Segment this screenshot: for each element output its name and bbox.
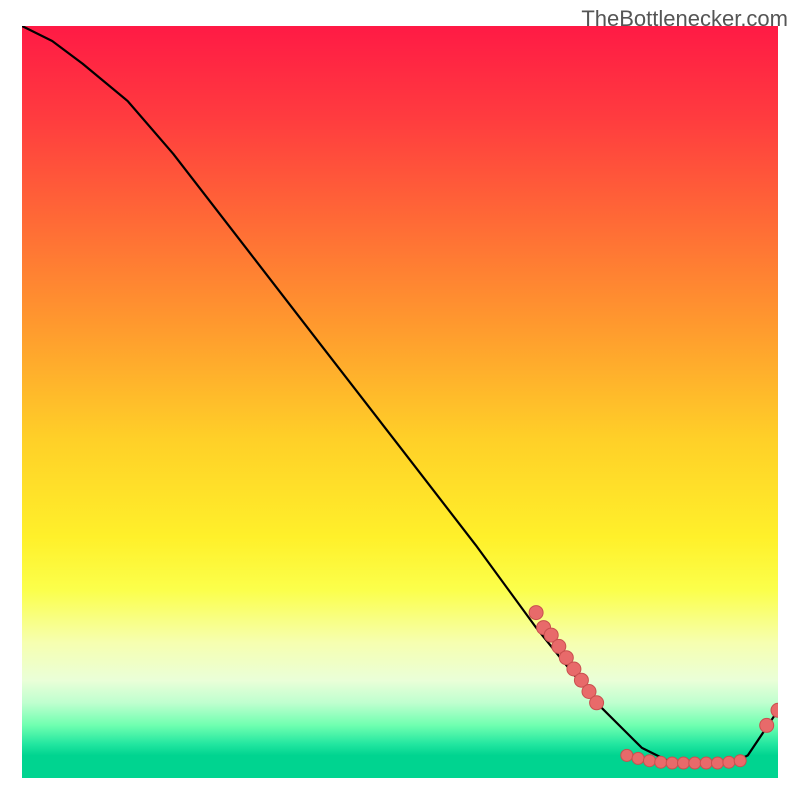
data-point xyxy=(666,757,678,769)
data-point xyxy=(590,696,604,710)
data-point xyxy=(689,757,701,769)
data-point xyxy=(678,757,690,769)
chart-container: TheBottlenecker.com xyxy=(0,0,800,800)
data-point xyxy=(700,757,712,769)
data-point xyxy=(621,749,633,761)
data-point xyxy=(632,752,644,764)
data-point xyxy=(655,756,667,768)
data-point xyxy=(529,606,543,620)
chart-svg xyxy=(22,26,778,778)
data-point xyxy=(771,703,778,717)
data-point xyxy=(734,755,746,767)
data-point xyxy=(644,755,656,767)
data-point xyxy=(712,757,724,769)
bottleneck-curve xyxy=(22,26,778,763)
data-point xyxy=(760,718,774,732)
plot-area xyxy=(22,26,778,778)
scatter-dots xyxy=(529,606,778,769)
attribution-label: TheBottlenecker.com xyxy=(581,6,788,32)
data-point xyxy=(723,756,735,768)
